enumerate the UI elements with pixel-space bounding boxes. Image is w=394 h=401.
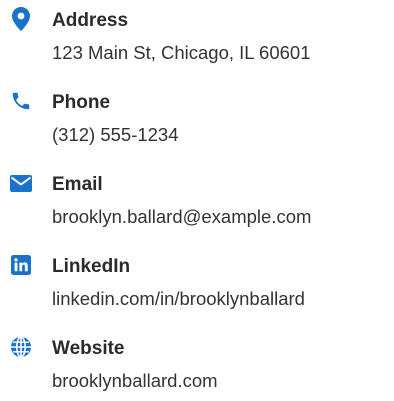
phone-icon: [9, 89, 33, 113]
website-label: Website: [52, 338, 125, 359]
linkedin-label: LinkedIn: [52, 256, 131, 277]
globe-icon: [9, 335, 33, 359]
linkedin-link[interactable]: linkedin.com/in/brooklynballard: [52, 286, 305, 312]
contact-item-phone: Phone (312) 555-1234: [0, 85, 394, 155]
contact-item-linkedin: LinkedIn linkedin.com/in/brooklynballard: [0, 249, 394, 319]
website-link[interactable]: brooklynballard.com: [52, 368, 218, 394]
map-pin-icon: [9, 7, 33, 31]
contact-item-address: Address 123 Main St, Chicago, IL 60601: [0, 3, 394, 73]
phone-value[interactable]: (312) 555-1234: [52, 122, 179, 148]
address-value: 123 Main St, Chicago, IL 60601: [52, 42, 311, 63]
email-label: Email: [52, 174, 103, 195]
address-label: Address: [52, 10, 129, 31]
contact-item-email: Email brooklyn.ballard@example.com: [0, 167, 394, 237]
contact-item-website: Website brooklynballard.com: [0, 331, 394, 401]
linkedin-icon: [9, 253, 33, 277]
envelope-icon: [9, 171, 33, 195]
phone-label: Phone: [52, 92, 111, 113]
email-value[interactable]: brooklyn.ballard@example.com: [52, 204, 311, 230]
contact-list: Address 123 Main St, Chicago, IL 60601 P…: [0, 0, 394, 391]
